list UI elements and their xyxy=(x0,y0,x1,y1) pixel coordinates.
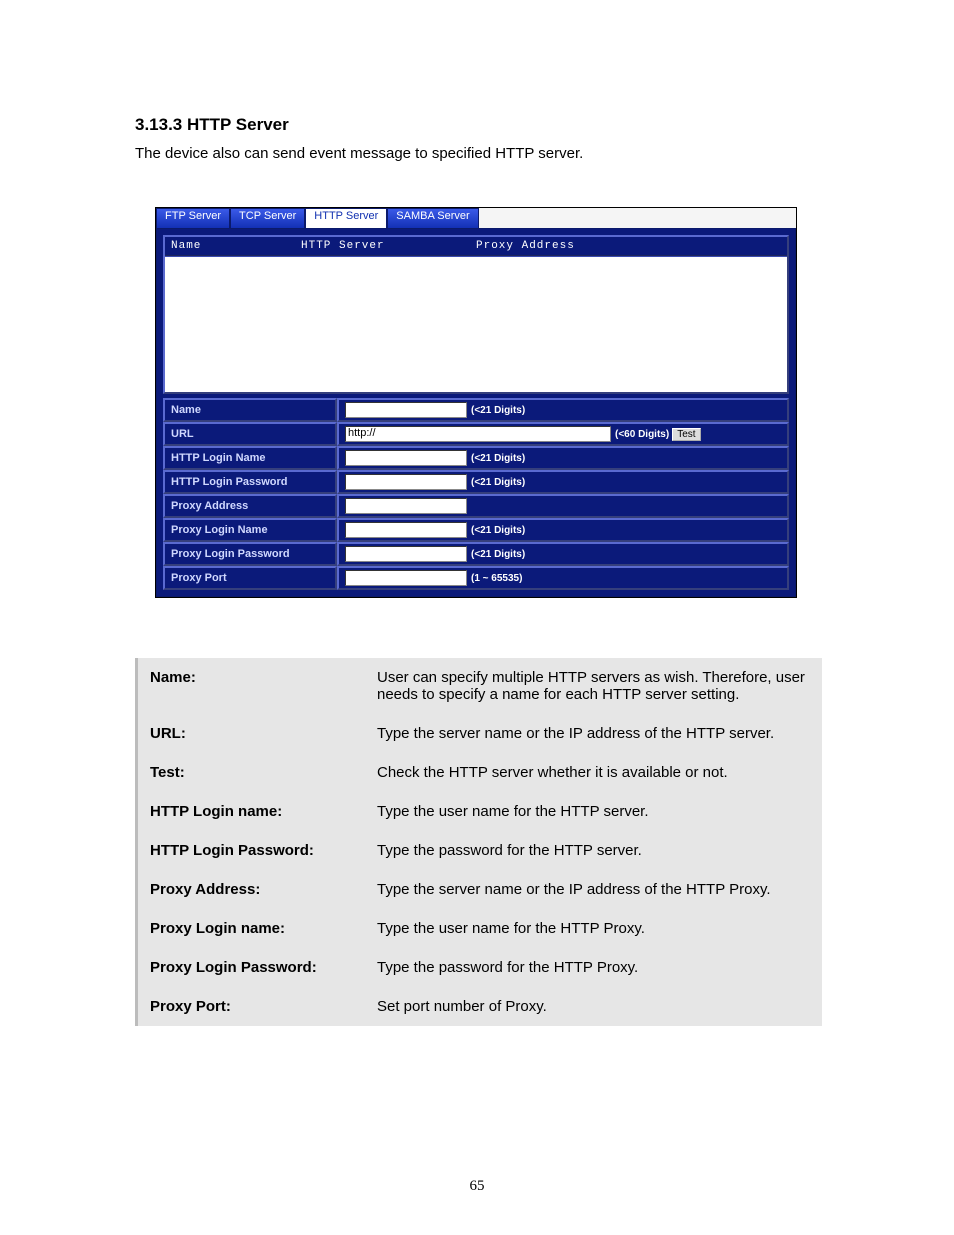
test-button[interactable]: Test xyxy=(672,428,700,441)
field-hint: (<21 Digits) xyxy=(471,549,525,560)
description-table: Name:User can specify multiple HTTP serv… xyxy=(135,658,823,1026)
field-cell: (<21 Digits) xyxy=(337,470,789,494)
desc-key: Test: xyxy=(137,753,366,792)
desc-key: URL: xyxy=(137,714,366,753)
field-label: HTTP Login Name xyxy=(163,446,337,470)
field-label: Proxy Address xyxy=(163,494,337,518)
desc-key: Name: xyxy=(137,658,366,714)
section-heading: 3.13.3 HTTP Server xyxy=(135,115,824,135)
desc-value: Type the server name or the IP address o… xyxy=(365,870,822,909)
tab-bar: FTP ServerTCP ServerHTTP ServerSAMBA Ser… xyxy=(156,208,796,228)
config-panel: Name HTTP Server Proxy Address Name (<21 … xyxy=(156,228,796,597)
text-input[interactable] xyxy=(345,498,467,514)
tab-tcp-server[interactable]: TCP Server xyxy=(230,208,305,228)
desc-key: Proxy Login Password: xyxy=(137,948,366,987)
field-cell: (1 ~ 65535) xyxy=(337,566,789,590)
field-hint: (<21 Digits) xyxy=(471,453,525,464)
desc-value: Type the user name for the HTTP server. xyxy=(365,792,822,831)
desc-key: Proxy Port: xyxy=(137,987,366,1026)
server-list: Name HTTP Server Proxy Address xyxy=(163,235,789,394)
text-input[interactable]: http:// xyxy=(345,426,611,442)
field-label: Proxy Login Name xyxy=(163,518,337,542)
form-table: Name (<21 Digits) URL http:// (<60 Digits)Te… xyxy=(163,398,789,590)
field-cell: (<21 Digits) xyxy=(337,518,789,542)
desc-value: Set port number of Proxy. xyxy=(365,987,822,1026)
list-header-name: Name xyxy=(171,240,301,252)
config-screenshot: FTP ServerTCP ServerHTTP ServerSAMBA Ser… xyxy=(155,207,797,598)
desc-value: Type the password for the HTTP server. xyxy=(365,831,822,870)
list-header: Name HTTP Server Proxy Address xyxy=(165,237,787,257)
field-label: Name xyxy=(163,398,337,422)
field-label: Proxy Port xyxy=(163,566,337,590)
tab-http-server[interactable]: HTTP Server xyxy=(305,208,387,228)
desc-value: Type the password for the HTTP Proxy. xyxy=(365,948,822,987)
desc-key: HTTP Login Password: xyxy=(137,831,366,870)
list-body[interactable] xyxy=(165,257,787,392)
field-hint: (1 ~ 65535) xyxy=(471,573,522,584)
field-cell: (<21 Digits) xyxy=(337,398,789,422)
text-input[interactable] xyxy=(345,402,467,418)
text-input[interactable] xyxy=(345,570,467,586)
section-intro: The device also can send event message t… xyxy=(135,145,824,162)
text-input[interactable] xyxy=(345,450,467,466)
desc-key: Proxy Address: xyxy=(137,870,366,909)
desc-value: User can specify multiple HTTP servers a… xyxy=(365,658,822,714)
field-hint: (<21 Digits) xyxy=(471,477,525,488)
text-input[interactable] xyxy=(345,474,467,490)
desc-key: HTTP Login name: xyxy=(137,792,366,831)
field-hint: (<60 Digits) xyxy=(615,429,669,440)
field-label: Proxy Login Password xyxy=(163,542,337,566)
desc-value: Type the server name or the IP address o… xyxy=(365,714,822,753)
field-hint: (<21 Digits) xyxy=(471,405,525,416)
tab-ftp-server[interactable]: FTP Server xyxy=(156,208,230,228)
field-hint: (<21 Digits) xyxy=(471,525,525,536)
list-header-proxy: Proxy Address xyxy=(476,240,781,252)
field-label: HTTP Login Password xyxy=(163,470,337,494)
desc-value: Check the HTTP server whether it is avai… xyxy=(365,753,822,792)
field-cell: http:// (<60 Digits)Test xyxy=(337,422,789,446)
page-number: 65 xyxy=(0,1178,954,1195)
text-input[interactable] xyxy=(345,522,467,538)
desc-value: Type the user name for the HTTP Proxy. xyxy=(365,909,822,948)
text-input[interactable] xyxy=(345,546,467,562)
tab-samba-server[interactable]: SAMBA Server xyxy=(387,208,478,228)
field-label: URL xyxy=(163,422,337,446)
desc-key: Proxy Login name: xyxy=(137,909,366,948)
field-cell xyxy=(337,494,789,518)
field-cell: (<21 Digits) xyxy=(337,542,789,566)
field-cell: (<21 Digits) xyxy=(337,446,789,470)
list-header-http: HTTP Server xyxy=(301,240,476,252)
